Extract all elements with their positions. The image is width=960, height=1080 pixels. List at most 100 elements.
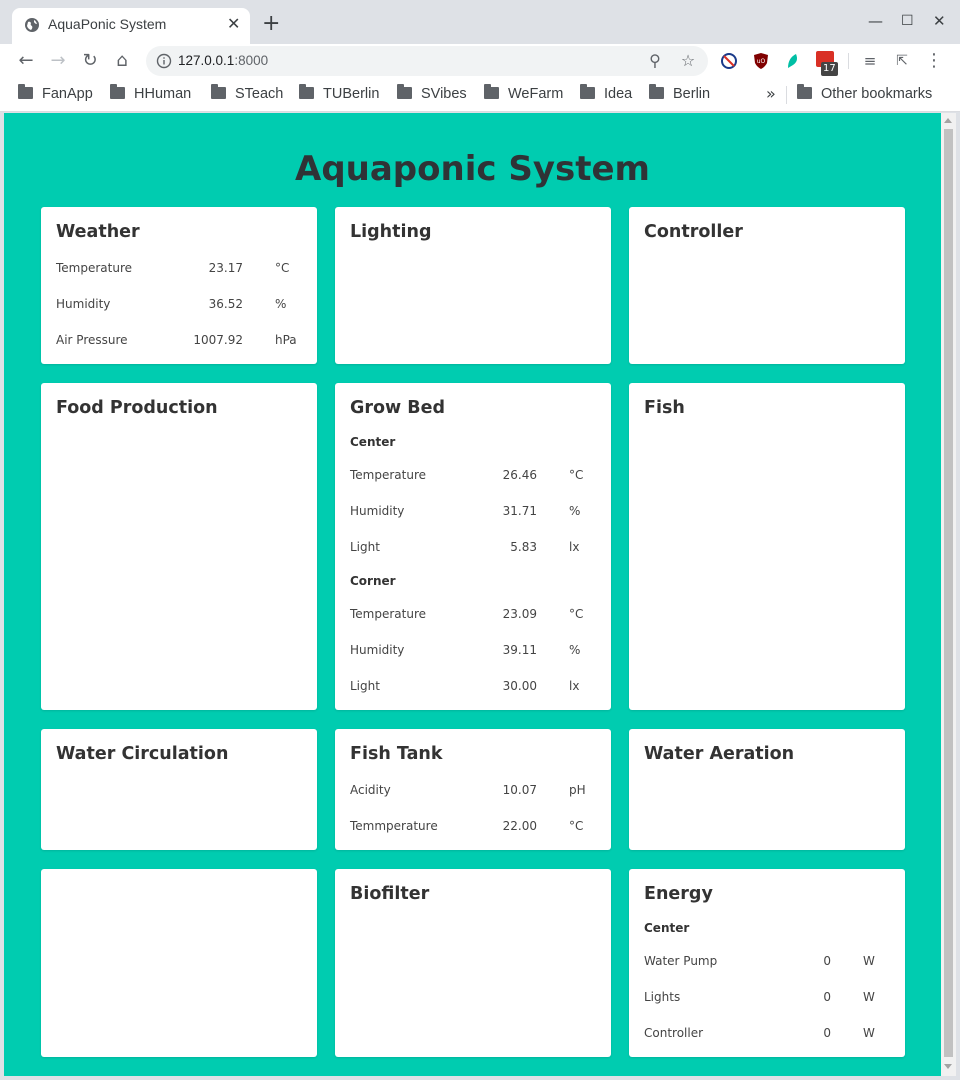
row-label: Acidity xyxy=(350,783,391,797)
home-icon[interactable]: ⌂ xyxy=(110,49,134,73)
row-value: 1007.92 xyxy=(193,333,243,347)
media-queue-icon[interactable]: ≡ xyxy=(858,49,882,73)
browser-tab[interactable]: AquaPonic System ✕ xyxy=(12,8,250,44)
row-label: Light xyxy=(350,679,380,693)
minimize-icon[interactable]: — xyxy=(868,12,883,30)
row-value: 30.00 xyxy=(502,679,537,693)
section-heading: Center xyxy=(644,921,690,935)
folder-icon xyxy=(580,84,595,99)
row-unit: °C xyxy=(569,607,584,621)
weather-humidity-row: Humidity 36.52 % xyxy=(56,297,302,313)
other-bookmarks[interactable]: Other bookmarks xyxy=(797,84,932,104)
tab-strip: AquaPonic System ✕ + — ☐ ✕ xyxy=(0,0,960,44)
cursor-extension-icon[interactable]: ⇱ xyxy=(890,49,914,73)
close-tab-icon[interactable]: ✕ xyxy=(227,15,240,33)
bookmark-svibes[interactable]: SVibes xyxy=(397,84,467,104)
block-extension-icon[interactable] xyxy=(720,52,738,70)
fishtank-acidity-row: Acidity 10.07 pH xyxy=(350,783,596,799)
card-energy: Energy Center Water Pump 0 W Lights 0 W … xyxy=(629,869,905,1057)
card-food-production: Food Production xyxy=(41,383,317,710)
growbed-corner-light-row: Light 30.00 lx xyxy=(350,679,596,695)
bookmark-berlin[interactable]: Berlin xyxy=(649,84,711,104)
row-unit: pH xyxy=(569,783,586,797)
card-title: Energy xyxy=(644,884,713,904)
folder-icon xyxy=(18,84,33,99)
card-title: Fish xyxy=(644,398,685,418)
back-icon[interactable]: ← xyxy=(14,49,38,73)
globe-icon xyxy=(25,18,39,32)
card-title: Fish Tank xyxy=(350,744,443,764)
card-lighting: Lighting xyxy=(335,207,611,364)
bookmark-idea[interactable]: Idea xyxy=(580,84,632,104)
close-window-icon[interactable]: ✕ xyxy=(933,12,946,30)
card-title: Weather xyxy=(56,222,140,242)
card-biofilter: Biofilter xyxy=(335,869,611,1057)
row-value: 10.07 xyxy=(502,783,537,797)
zoom-icon[interactable]: ⚲ xyxy=(646,52,664,70)
folder-icon xyxy=(211,84,226,99)
row-unit: hPa xyxy=(275,333,297,347)
row-unit: % xyxy=(275,297,287,311)
energy-controller-row: Controller 0 W xyxy=(644,1026,890,1042)
bookmark-hhuman[interactable]: HHuman xyxy=(110,84,191,104)
card-weather: Weather Temperature 23.17 °C Humidity 36… xyxy=(41,207,317,364)
scroll-thumb[interactable] xyxy=(944,129,953,1057)
tab-title: AquaPonic System xyxy=(48,16,167,32)
menu-icon[interactable]: ⋮ xyxy=(922,49,946,73)
browser-toolbar: ← → ↻ ⌂ 127.0.0.1:8000 ⚲ ☆ uO 17 ≡ ⇱ ⋮ xyxy=(0,44,960,78)
card-title: Food Production xyxy=(56,398,218,418)
folder-icon xyxy=(397,84,412,99)
card-title: Biofilter xyxy=(350,884,430,904)
extension-badge: 17 xyxy=(821,62,838,76)
svg-text:uO: uO xyxy=(757,58,766,65)
page-viewport: Aquaponic System Weather Temperature 23.… xyxy=(4,113,941,1076)
card-water-circulation: Water Circulation xyxy=(41,729,317,850)
row-value: 26.46 xyxy=(502,468,537,482)
card-fish: Fish xyxy=(629,383,905,710)
row-value: 0 xyxy=(823,1026,831,1040)
row-value: 0 xyxy=(823,990,831,1004)
row-unit: lx xyxy=(569,540,580,554)
growbed-center-light-row: Light 5.83 lx xyxy=(350,540,596,556)
bookmark-label: SVibes xyxy=(421,86,467,102)
section-heading: Corner xyxy=(350,574,396,588)
address-bar[interactable]: 127.0.0.1:8000 ⚲ ☆ xyxy=(146,46,708,76)
card-water-aeration: Water Aeration xyxy=(629,729,905,850)
bookmark-label: Berlin xyxy=(673,86,711,102)
bookmarks-divider xyxy=(786,86,787,104)
vertical-scrollbar[interactable] xyxy=(941,113,956,1076)
bookmarks-bar: FanApp HHuman STeach TUBerlin SVibes WeF… xyxy=(0,78,960,112)
leaf-extension-icon[interactable] xyxy=(784,52,802,70)
bookmark-star-icon[interactable]: ☆ xyxy=(679,52,697,70)
row-unit: °C xyxy=(569,468,584,482)
card-title: Controller xyxy=(644,222,743,242)
folder-icon xyxy=(649,84,664,99)
energy-lights-row: Lights 0 W xyxy=(644,990,890,1006)
info-icon[interactable] xyxy=(156,53,172,69)
toolbar-divider xyxy=(848,53,849,69)
card-fish-tank: Fish Tank Acidity 10.07 pH Temmperature … xyxy=(335,729,611,850)
more-bookmarks-button[interactable]: » xyxy=(766,84,776,103)
row-unit: % xyxy=(569,504,581,518)
scroll-up-arrow-icon[interactable] xyxy=(944,118,952,123)
ublock-icon[interactable]: uO xyxy=(752,52,770,70)
card-title: Water Aeration xyxy=(644,744,795,764)
forward-icon[interactable]: → xyxy=(46,49,70,73)
bookmark-steach[interactable]: STeach xyxy=(211,84,283,104)
row-label: Air Pressure xyxy=(56,333,128,347)
row-label: Temmperature xyxy=(350,819,438,833)
row-label: Humidity xyxy=(350,643,405,657)
url-text: 127.0.0.1:8000 xyxy=(178,53,268,68)
row-label: Humidity xyxy=(56,297,111,311)
scroll-down-arrow-icon[interactable] xyxy=(944,1064,952,1069)
bookmark-fanapp[interactable]: FanApp xyxy=(18,84,93,104)
new-tab-icon[interactable]: + xyxy=(262,12,280,36)
row-label: Controller xyxy=(644,1026,704,1040)
maximize-icon[interactable]: ☐ xyxy=(901,12,914,30)
reload-icon[interactable]: ↻ xyxy=(78,49,102,73)
bookmark-tuberlin[interactable]: TUBerlin xyxy=(299,84,379,104)
row-label: Water Pump xyxy=(644,954,718,968)
bookmark-wefarm[interactable]: WeFarm xyxy=(484,84,563,104)
growbed-corner-temperature-row: Temperature 23.09 °C xyxy=(350,607,596,623)
row-value: 23.17 xyxy=(208,261,243,275)
